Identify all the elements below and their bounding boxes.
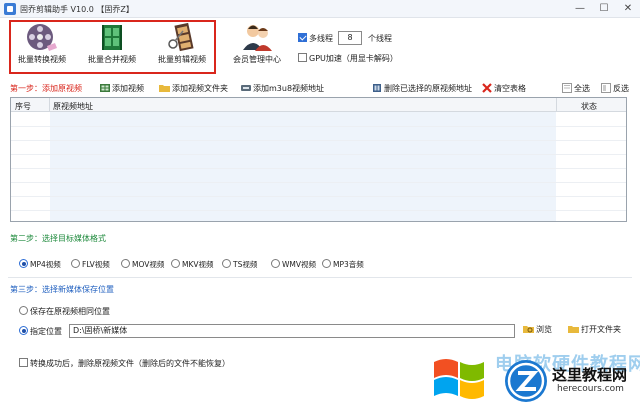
app-logo-icon	[4, 3, 16, 15]
close-button[interactable]: ✕	[616, 0, 640, 18]
maximize-button[interactable]: ☐	[592, 0, 616, 18]
open-folder-button[interactable]: 打开文件夹	[568, 324, 621, 336]
invert-select-button[interactable]: 反选	[601, 83, 629, 95]
format-mp4-radio[interactable]	[19, 259, 28, 268]
format-mkv-radio[interactable]	[171, 259, 180, 268]
format-mkv-label: MKV视频	[182, 260, 214, 269]
users-icon	[243, 25, 272, 51]
delete-selected-label: 删除已选择的原视频地址	[384, 84, 472, 93]
col-source-path: 原视频地址	[53, 102, 93, 111]
thread-count-input[interactable]: 8	[338, 31, 362, 45]
gpu-checkbox[interactable]	[298, 53, 307, 62]
select-all-icon	[562, 83, 572, 95]
format-wmv-option[interactable]: WMV视频	[271, 259, 316, 270]
select-all-button[interactable]: 全选	[562, 83, 590, 95]
watermark-site-name: 这里教程网	[552, 366, 628, 384]
format-mov-radio[interactable]	[121, 259, 130, 268]
multithread-label: 多线程	[309, 34, 333, 43]
add-video-button[interactable]: 添加视频	[100, 83, 144, 95]
format-mov-option[interactable]: MOV视频	[121, 259, 164, 270]
multithread-checkbox[interactable]	[298, 33, 307, 42]
clear-icon	[482, 83, 492, 95]
step2-title: 第二步：选择目标媒体格式	[10, 234, 106, 243]
format-wmv-radio[interactable]	[271, 259, 280, 268]
delete-selected-button[interactable]: 删除已选择的原视频地址	[372, 83, 472, 95]
format-mp4-label: MP4视频	[30, 260, 61, 269]
batch-convert-label: 批量转换视频	[18, 55, 66, 64]
select-all-label: 全选	[574, 84, 590, 93]
add-m3u8-label: 添加m3u8视频地址	[253, 84, 325, 93]
format-mov-label: MOV视频	[132, 260, 165, 269]
save-custom-location-option[interactable]: 指定位置	[19, 326, 62, 337]
multithread-option[interactable]: 多线程	[298, 33, 333, 44]
batch-edit-label: 批量剪辑视频	[158, 55, 206, 64]
add-m3u8-button[interactable]: 添加m3u8视频地址	[241, 83, 324, 95]
format-mp3-label: MP3音频	[333, 260, 364, 269]
watermark-z-icon	[507, 362, 545, 400]
watermark-logo	[505, 360, 547, 402]
table-body-highlight	[50, 112, 556, 221]
film-strip-icon	[102, 25, 122, 50]
minimize-button[interactable]: —	[568, 0, 592, 18]
add-video-icon	[100, 83, 110, 95]
folder-icon	[159, 83, 170, 95]
step1-title: 第一步：添加原视频	[10, 84, 82, 93]
batch-edit-button[interactable]: 批量剪辑视频	[147, 22, 217, 72]
save-same-location-radio[interactable]	[19, 306, 28, 315]
browse-button[interactable]: 浏览	[523, 324, 552, 336]
format-ts-radio[interactable]	[222, 259, 231, 268]
batch-merge-label: 批量合并视频	[88, 55, 136, 64]
format-mp3-option[interactable]: MP3音频	[322, 259, 364, 270]
browse-label: 浏览	[536, 325, 552, 334]
save-path-input[interactable]: D:\固桥\新媒体	[69, 324, 515, 338]
title-bar: 固乔剪辑助手 V10.0 【固乔Z】 — ☐ ✕	[0, 0, 640, 18]
format-flv-radio[interactable]	[71, 259, 80, 268]
clear-table-label: 清空表格	[494, 84, 526, 93]
batch-convert-button[interactable]: 批量转换视频	[7, 22, 77, 72]
thread-unit-label: 个线程	[368, 34, 392, 43]
video-table[interactable]: 序号 原视频地址 状态	[10, 97, 627, 222]
format-ts-option[interactable]: TS视频	[222, 259, 257, 270]
delete-after-convert-checkbox[interactable]	[19, 358, 28, 367]
col-status: 状态	[581, 102, 597, 111]
invert-select-icon	[601, 83, 611, 95]
gpu-label: GPU加速（用显卡解码）	[309, 54, 398, 63]
format-mp3-radio[interactable]	[322, 259, 331, 268]
add-folder-button[interactable]: 添加视频文件夹	[159, 83, 228, 95]
step3-title: 第三步：选择新媒体保存位置	[10, 285, 114, 294]
film-scissors-icon	[168, 22, 194, 52]
delete-after-convert-label: 转换成功后，删除原视频文件（删除后的文件不能恢复）	[30, 359, 230, 368]
watermark-site-url: herecours.com	[557, 384, 624, 394]
add-folder-label: 添加视频文件夹	[172, 84, 228, 93]
save-custom-location-label: 指定位置	[30, 327, 62, 336]
format-flv-label: FLV视频	[82, 260, 110, 269]
col-index: 序号	[15, 102, 31, 111]
browse-folder-icon	[523, 324, 534, 336]
format-ts-label: TS视频	[233, 260, 258, 269]
member-center-label: 会员管理中心	[233, 55, 281, 64]
add-video-label: 添加视频	[112, 84, 144, 93]
delete-icon	[372, 83, 382, 95]
link-icon	[241, 83, 251, 95]
save-same-location-label: 保存在原视频相同位置	[30, 307, 110, 316]
format-flv-option[interactable]: FLV视频	[71, 259, 110, 270]
gpu-option[interactable]: GPU加速（用显卡解码）	[298, 53, 398, 64]
open-folder-label: 打开文件夹	[581, 325, 621, 334]
windows-logo-icon	[434, 359, 484, 399]
format-wmv-label: WMV视频	[282, 260, 317, 269]
film-reel-icon	[27, 24, 57, 51]
save-same-location-option[interactable]: 保存在原视频相同位置	[19, 306, 110, 317]
format-mkv-option[interactable]: MKV视频	[171, 259, 214, 270]
open-folder-icon	[568, 324, 579, 336]
clear-table-button[interactable]: 清空表格	[482, 83, 526, 95]
delete-after-convert-option[interactable]: 转换成功后，删除原视频文件（删除后的文件不能恢复）	[19, 358, 230, 369]
format-mp4-option[interactable]: MP4视频	[19, 259, 61, 270]
save-custom-location-radio[interactable]	[19, 326, 28, 335]
invert-select-label: 反选	[613, 84, 629, 93]
window-title: 固乔剪辑助手 V10.0 【固乔Z】	[20, 5, 134, 14]
member-center-button[interactable]: 会员管理中心	[222, 22, 292, 72]
section-divider	[8, 277, 632, 278]
batch-merge-button[interactable]: 批量合并视频	[77, 22, 147, 72]
table-header: 序号 原视频地址 状态	[11, 98, 626, 112]
